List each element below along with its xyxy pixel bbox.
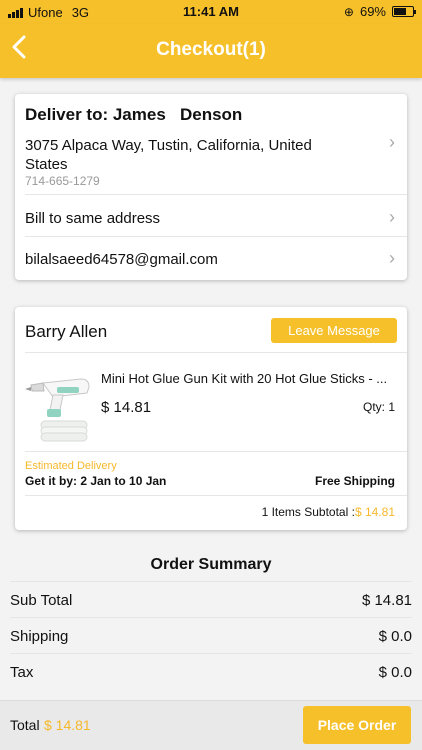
phone-number: 714-665-1279 [25,174,100,188]
delivery-window: Get it by: 2 Jan to 10 Jan [25,474,167,488]
summary-value: $ 14.81 [361,592,412,609]
page-title: Checkout(1) [156,39,266,60]
chevron-right-icon: › [389,207,395,227]
shipping-method: Free Shipping [314,474,395,488]
email-address: bilalsaeed64578@gmail.com [25,251,218,268]
orientation-lock-icon: ⊕ [343,4,354,19]
total-label: Total [10,717,40,733]
checkout-header: Checkout(1) [0,24,422,78]
divider [25,495,407,496]
divider [25,236,407,237]
chevron-right-icon: › [389,132,395,152]
summary-row-shipping: Shipping $ 0.0 [10,617,412,652]
seller-card: Barry Allen Leave Message Mini Hot Glue … [15,307,407,530]
battery-info: ⊕ 69% [343,4,416,19]
summary-label: Shipping [10,628,69,645]
summary-label: Sub Total [10,592,73,609]
place-order-button[interactable]: Place Order [303,706,411,744]
items-subtotal: 1 Items Subtotal :$ 14.81 [262,505,395,519]
summary-label: Tax [10,664,34,681]
summary-row-tax: Tax $ 0.0 [10,653,412,688]
product-quantity: Qty: 1 [362,400,395,414]
order-summary-title: Order Summary [150,556,272,573]
checkout-footer: Total $ 14.81 Place Order [0,700,422,750]
total-value: $ 14.81 [44,717,91,733]
summary-value: $ 0.0 [378,628,412,645]
chevron-right-icon: › [389,248,395,268]
battery-percent: 69% [359,4,386,19]
status-bar: Ufone 3G 11:41 AM ⊕ 69% [0,0,422,24]
summary-value: $ 0.0 [378,664,412,681]
address-line: 3075 Alpaca Way, Tustin, California, Uni… [25,137,312,173]
leave-message-button[interactable]: Leave Message [271,318,397,343]
estimated-delivery-label: Estimated Delivery [25,460,117,472]
divider [25,194,407,195]
subtotal-value: $ 14.81 [354,505,395,519]
divider [25,451,407,452]
summary-row-subtotal: Sub Total $ 14.81 [10,581,412,616]
product-image[interactable] [23,369,95,449]
subtotal-label: 1 Items Subtotal : [261,505,355,519]
product-price: $ 14.81 [101,399,152,416]
product-name[interactable]: Mini Hot Glue Gun Kit with 20 Hot Glue S… [101,371,401,386]
battery-icon [392,6,416,17]
deliver-to-title: Deliver to: James Denson [25,105,243,124]
address-card: Deliver to: James Denson 3075 Alpaca Way… [15,94,407,280]
divider [25,352,407,353]
bill-to-label: Bill to same address [25,210,161,227]
seller-name: Barry Allen [25,322,108,341]
